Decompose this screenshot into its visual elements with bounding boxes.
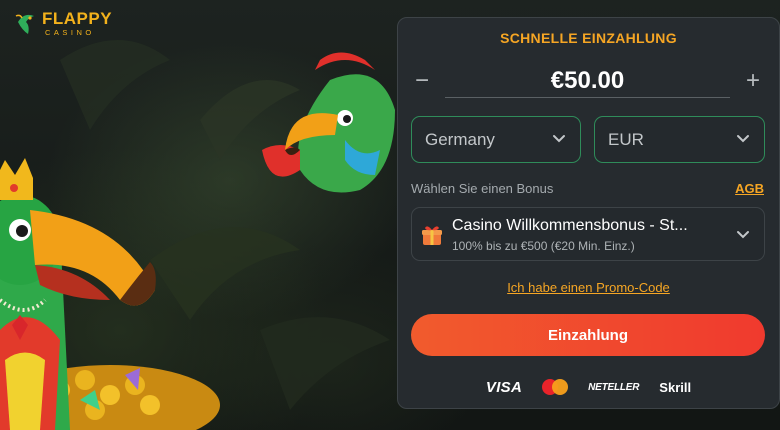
panel-title: SCHNELLE EINZAHLUNG — [500, 30, 677, 46]
chevron-down-icon — [553, 135, 565, 143]
currency-select[interactable]: EUR — [594, 116, 765, 163]
country-select-value: Germany — [425, 130, 495, 149]
increase-amount-button[interactable]: + — [742, 66, 764, 96]
amount-input[interactable]: €50.00 — [445, 66, 730, 98]
bonus-description: 100% bis zu €500 (€20 Min. Einz.) — [452, 239, 635, 253]
agb-link[interactable]: AGB — [735, 181, 764, 196]
amount-stepper: − €50.00 + — [411, 66, 764, 100]
gift-icon — [422, 226, 442, 245]
visa-logo: VISA — [485, 378, 523, 396]
chevron-down-icon — [737, 231, 749, 239]
mastercard-icon — [542, 379, 569, 395]
bonus-label: Wählen Sie einen Bonus — [411, 181, 554, 196]
chevron-down-icon — [737, 135, 749, 143]
payment-methods: VISA NETELLER Skrill — [398, 378, 779, 396]
parrot-logo-icon — [15, 14, 34, 35]
promo-code-link[interactable]: Ich habe einen Promo-Code — [398, 280, 779, 295]
decrease-amount-button[interactable]: − — [411, 66, 433, 96]
flappy-casino-logo[interactable]: FLAPPY CASINO — [14, 10, 112, 37]
bonus-select[interactable]: Casino Willkommensbonus - St... 100% bis… — [411, 207, 765, 261]
skrill-logo: Skrill — [659, 379, 692, 395]
parrot-mascots-illustration — [0, 40, 395, 430]
currency-select-value: EUR — [608, 130, 644, 149]
bonus-title: Casino Willkommensbonus - St... — [452, 217, 688, 234]
country-select[interactable]: Germany — [411, 116, 581, 163]
quick-deposit-panel: SCHNELLE EINZAHLUNG − €50.00 + Germany E… — [397, 17, 780, 409]
deposit-button[interactable]: Einzahlung — [411, 314, 765, 356]
logo-title: FLAPPY — [42, 9, 113, 28]
logo-subtitle: CASINO — [45, 28, 95, 37]
neteller-logo: NETELLER — [588, 381, 640, 393]
